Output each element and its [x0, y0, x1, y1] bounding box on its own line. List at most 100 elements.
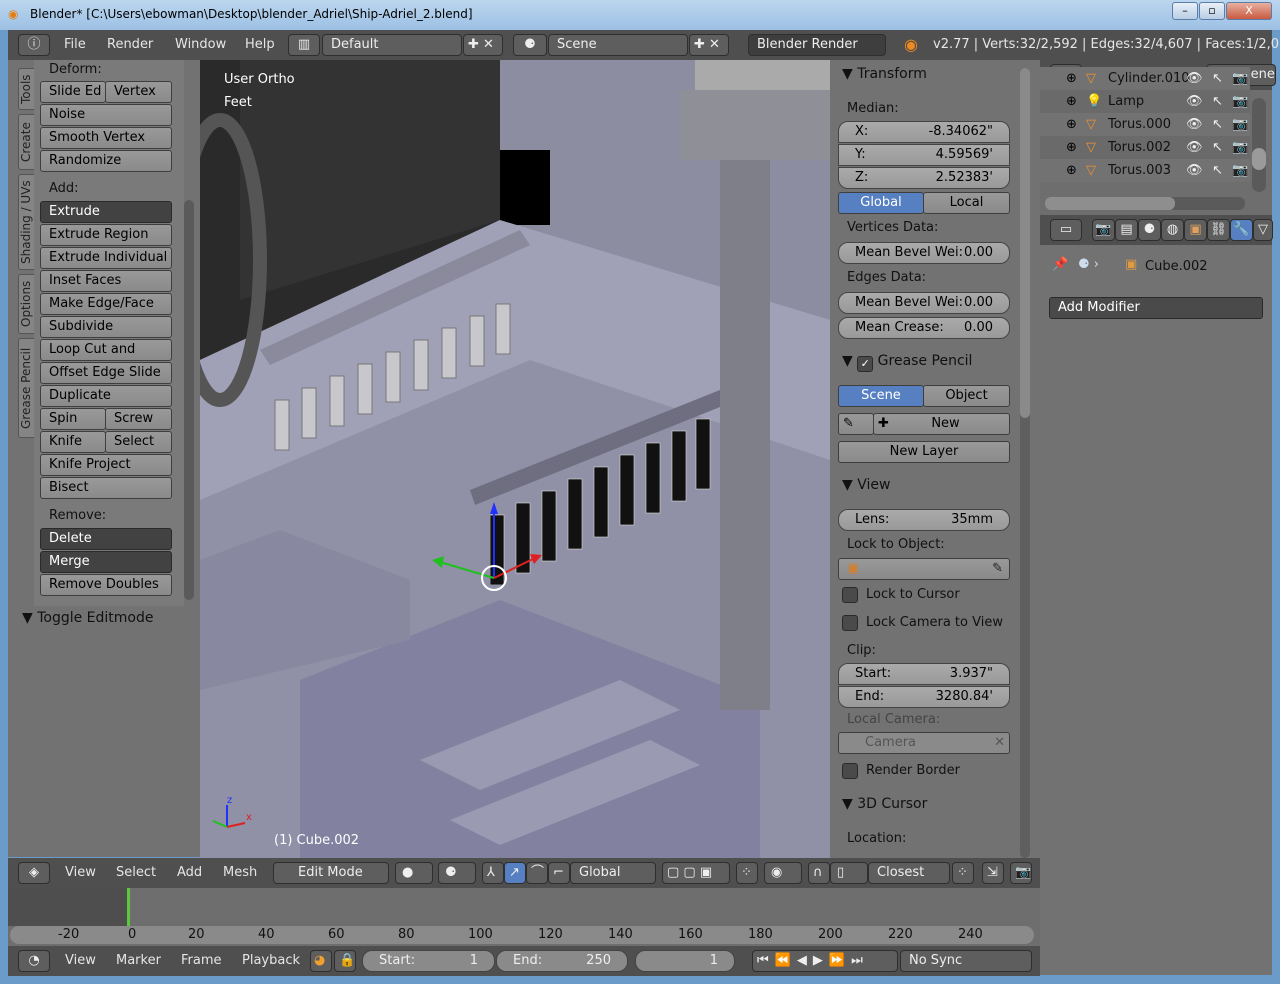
view-panel-header[interactable]: ▼ View — [842, 477, 890, 493]
scene-field[interactable]: Scene — [548, 34, 688, 56]
outliner-h-scrollbar[interactable] — [1045, 197, 1245, 210]
timeline-menu-frame[interactable]: Frame — [181, 946, 222, 976]
expand-icon[interactable]: ⊕ — [1066, 67, 1077, 90]
mean-bevel-weight-vertex-field[interactable]: Mean Bevel Wei: 0.00 — [838, 242, 1010, 264]
screen-layout-icon[interactable]: ▥ — [288, 34, 320, 56]
snap-toggle-icon[interactable]: ∩ — [808, 862, 830, 884]
timeline-menu-playback[interactable]: Playback — [242, 946, 300, 976]
manipulator-toggle-icon[interactable]: ⅄ — [482, 862, 504, 884]
properties-editor-icon[interactable]: ▭ — [1050, 219, 1082, 241]
selectable-cursor-icon[interactable]: ↖ — [1212, 159, 1223, 182]
outliner-item[interactable]: ⊕ ▽ Torus.003 👁 ↖ 📷 — [1040, 159, 1250, 182]
expand-icon[interactable]: ⊕ — [1066, 159, 1077, 182]
mean-crease-field[interactable]: Mean Crease: 0.00 — [838, 317, 1010, 339]
modifiers-tab-icon[interactable]: 🔧 — [1230, 219, 1253, 241]
visibility-eye-icon[interactable]: 👁 — [1186, 159, 1203, 182]
object-tab-icon[interactable]: ▣ — [1184, 219, 1207, 241]
local-toggle[interactable]: Local — [923, 192, 1010, 214]
snap-element-select[interactable]: ▯ — [830, 862, 868, 884]
timeline[interactable]: -20 0 20 40 60 80 100 120 140 160 180 200 220 240 — [8, 888, 1040, 948]
visibility-eye-icon[interactable]: 👁 — [1186, 113, 1203, 136]
outliner-item[interactable]: ⊕ ▽ Torus.002 👁 ↖ 📷 — [1040, 136, 1250, 159]
randomize-button[interactable]: Randomize — [40, 150, 172, 172]
constraints-tab-icon[interactable]: ⛓ — [1207, 219, 1230, 241]
duplicate-button[interactable]: Duplicate — [40, 385, 172, 407]
renderable-camera-icon[interactable]: 📷 — [1232, 90, 1248, 113]
scene-add-remove[interactable]: ✚ ✕ — [689, 34, 729, 56]
renderable-camera-icon[interactable]: 📷 — [1232, 136, 1248, 159]
snap-options-icon[interactable]: ⁘ — [952, 862, 974, 884]
slide-vertex-button[interactable]: Vertex — [105, 81, 172, 103]
clip-start-field[interactable]: Start: 3.937" — [838, 663, 1010, 685]
median-x-field[interactable]: X: -8.34062" — [838, 121, 1010, 143]
tool-shelf-scrollbar[interactable] — [184, 200, 194, 600]
opengl-render-anim-icon[interactable]: 📷 — [1010, 862, 1032, 884]
smooth-vertex-button[interactable]: Smooth Vertex — [40, 127, 172, 149]
toggle-editmode-panel-header[interactable]: ▼ Toggle Editmode — [22, 610, 154, 626]
editor-type-info-icon[interactable]: ⓘ — [18, 34, 50, 56]
visibility-eye-icon[interactable]: 👁 — [1186, 90, 1203, 113]
outliner-item[interactable]: ⊕ 💡 Lamp 👁 ↖ 📷 — [1040, 90, 1250, 113]
add-modifier-select[interactable]: Add Modifier — [1049, 297, 1263, 319]
outliner-v-scrollbar[interactable] — [1252, 98, 1266, 192]
expand-icon[interactable]: ⊕ — [1066, 113, 1077, 136]
outliner-item[interactable]: ⊕ ▽ Cylinder.010 👁 ↖ 📷 — [1040, 67, 1250, 90]
view3d-menu-select[interactable]: Select — [116, 858, 156, 888]
selectable-cursor-icon[interactable]: ↖ — [1212, 90, 1223, 113]
extrude-individual-button[interactable]: Extrude Individual — [40, 247, 172, 269]
end-frame-field[interactable]: End: 250 — [496, 950, 628, 972]
pencil-icon[interactable]: ✎ — [838, 413, 874, 435]
current-frame-indicator[interactable] — [127, 888, 130, 926]
render-border-checkbox[interactable] — [842, 763, 858, 779]
transform-panel-header[interactable]: ▼ Transform — [842, 66, 927, 82]
spin-button[interactable]: Spin — [40, 408, 106, 430]
bisect-button[interactable]: Bisect — [40, 477, 172, 499]
pin-icon[interactable]: 📌 — [1052, 257, 1068, 272]
clear-icon[interactable]: ✕ — [994, 733, 1005, 753]
new-layer-button[interactable]: New Layer — [838, 441, 1010, 463]
lock-to-cursor-checkbox[interactable] — [842, 587, 858, 603]
screw-button[interactable]: Screw — [105, 408, 172, 430]
view3d-menu-mesh[interactable]: Mesh — [223, 858, 257, 888]
view3d-menu-add[interactable]: Add — [177, 858, 202, 888]
scene-icon[interactable]: ⚈ — [513, 34, 547, 56]
extrude-menu[interactable]: Extrude — [40, 201, 172, 223]
menu-help[interactable]: Help — [245, 30, 275, 60]
pivot-point-select[interactable]: ⚈ — [438, 862, 476, 884]
layout-field[interactable]: Default — [322, 34, 462, 56]
viewport-shading-select[interactable]: ● — [395, 862, 433, 884]
render-layers-tab-icon[interactable]: ▤ — [1115, 219, 1138, 241]
merge-menu[interactable]: Merge — [40, 551, 172, 573]
3d-cursor-panel-header[interactable]: ▼ 3D Cursor — [842, 796, 927, 812]
proportional-edit-select[interactable]: ◉ — [764, 862, 802, 884]
menu-window[interactable]: Window — [175, 30, 226, 60]
selectable-cursor-icon[interactable]: ↖ — [1212, 113, 1223, 136]
limit-selection-icon[interactable]: ⁘ — [736, 862, 758, 884]
properties-region-scrollbar[interactable] — [1020, 68, 1030, 858]
expand-icon[interactable]: ⊕ — [1066, 136, 1077, 159]
visibility-eye-icon[interactable]: 👁 — [1186, 136, 1203, 159]
knife-select-button[interactable]: Select — [105, 431, 172, 453]
noise-button[interactable]: Noise — [40, 104, 172, 126]
expand-icon[interactable]: ⊕ — [1066, 90, 1077, 113]
gp-scene-toggle[interactable]: Scene — [838, 385, 924, 407]
playback-controls[interactable]: ⏮⏪◀▶⏩⏭ — [752, 950, 898, 972]
subdivide-button[interactable]: Subdivide — [40, 316, 172, 338]
gp-new-button[interactable]: ✚ New — [873, 413, 1010, 435]
scale-manipulator-icon[interactable]: ⌐ — [548, 862, 570, 884]
editor-type-3d-icon[interactable]: ◈ — [18, 862, 50, 884]
visibility-eye-icon[interactable]: 👁 — [1186, 67, 1203, 90]
view3d-menu-view[interactable]: View — [65, 858, 96, 888]
world-tab-icon[interactable]: ◍ — [1161, 219, 1184, 241]
inset-faces-button[interactable]: Inset Faces — [40, 270, 172, 292]
data-tab-icon[interactable]: ▽ — [1253, 219, 1273, 241]
auto-keying-icon[interactable]: ◕ — [310, 950, 332, 972]
lens-field[interactable]: Lens: 35mm — [838, 509, 1010, 531]
minimize-button[interactable]: – — [1172, 2, 1198, 20]
renderable-camera-icon[interactable]: 📷 — [1232, 113, 1248, 136]
clip-end-field[interactable]: End: 3280.84' — [838, 686, 1010, 708]
eyedropper-icon[interactable]: ✎ — [992, 559, 1003, 579]
delete-menu[interactable]: Delete — [40, 528, 172, 550]
transform-manipulator[interactable] — [420, 500, 550, 600]
selectable-cursor-icon[interactable]: ↖ — [1212, 67, 1223, 90]
